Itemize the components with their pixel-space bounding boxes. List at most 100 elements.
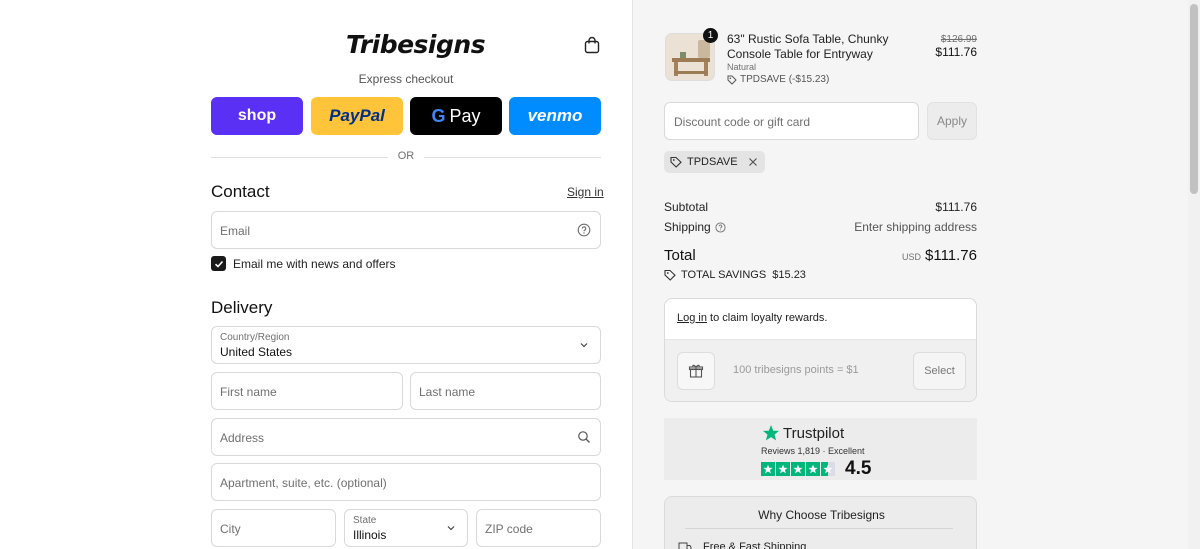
venmo-label: venmo [527, 106, 583, 125]
scrollbar-thumb[interactable] [1190, 4, 1198, 194]
apartment-field[interactable]: Apartment, suite, etc. (optional) [211, 463, 601, 501]
country-value: United States [220, 345, 293, 359]
paypal-button[interactable]: PayPal [311, 97, 403, 135]
google-pay-button[interactable]: G Pay [410, 97, 502, 135]
help-circle-icon[interactable] [715, 221, 726, 233]
total-savings: TOTAL SAVINGS $15.23 [664, 269, 806, 281]
country-label: Country/Region [220, 332, 290, 343]
last-name-placeholder: Last name [419, 385, 476, 399]
log-in-link[interactable]: Log in [677, 312, 707, 324]
address-placeholder: Address [220, 431, 265, 445]
apply-button[interactable]: Apply [927, 102, 977, 140]
why-item: Free & Fast Shipping [703, 541, 807, 549]
gift-icon [688, 364, 704, 378]
checkmark-icon [214, 260, 223, 268]
total-savings-label: TOTAL SAVINGS $15.23 [681, 269, 806, 281]
applied-code-label: TPDSAVE [687, 156, 738, 168]
product-variant: Natural [727, 62, 757, 72]
help-circle-icon[interactable] [577, 223, 591, 237]
tag-icon [664, 269, 676, 281]
shipping-value: Enter shipping address [854, 220, 977, 234]
star-icon [763, 425, 779, 441]
original-price: $126.99 [940, 34, 977, 45]
trustpilot-brand: Trustpilot [762, 424, 844, 442]
country-select[interactable]: Country/Region United States [211, 326, 601, 364]
trustpilot-reviews: Reviews 1,819 · Excellent [761, 446, 865, 456]
trustpilot-name: Trustpilot [783, 424, 845, 442]
city-placeholder: City [220, 522, 241, 536]
last-name-field[interactable]: Last name [410, 372, 601, 410]
email-field[interactable]: Email [211, 211, 601, 249]
product-name: 63" Rustic Sofa Table, Chunky Console Ta… [727, 32, 889, 61]
contact-heading: Contact [211, 182, 270, 201]
express-checkout-label: Express checkout [358, 72, 454, 86]
page-scrollbar[interactable] [1188, 0, 1200, 549]
discount-placeholder: Discount code or gift card [674, 115, 811, 129]
why-divider [685, 528, 953, 529]
tag-icon [670, 156, 682, 168]
state-select[interactable]: State Illinois [344, 509, 468, 547]
newsletter-checkbox[interactable] [211, 256, 226, 271]
checkout-form-panel: Tribesigns Express checkout shop PayPal … [0, 0, 632, 549]
chevron-down-icon [447, 526, 455, 531]
apartment-placeholder: Apartment, suite, etc. (optional) [220, 476, 387, 490]
applied-code-chip: TPDSAVE [664, 151, 765, 173]
shopping-bag-icon[interactable] [583, 36, 601, 54]
points-placeholder: 100 tribesigns points = $1 [733, 364, 859, 376]
venmo-button[interactable]: venmo [509, 97, 601, 135]
star-icon [806, 462, 820, 476]
why-choose-title: Why Choose Tribesigns [758, 508, 885, 522]
trustpilot-score: 4.5 [845, 458, 872, 479]
loyalty-rewards-card: Log in to claim loyalty rewards. 100 tri… [664, 298, 977, 402]
chevron-down-icon [580, 343, 588, 348]
half-star-icon [821, 462, 835, 476]
sign-in-link[interactable]: Sign in [567, 185, 604, 199]
email-placeholder: Email [220, 224, 251, 238]
total-value-row: USD $111.76 [902, 247, 977, 264]
product-discount-label: TPDSAVE (-$15.23) [740, 74, 830, 85]
currency-code: USD [901, 252, 921, 262]
delivery-heading: Delivery [211, 298, 273, 317]
subtotal-label: Subtotal [664, 200, 709, 214]
product-price: $111.76 [935, 45, 977, 59]
shipping-row: Shipping [664, 220, 726, 234]
subtotal-value: $111.76 [935, 200, 977, 214]
address-field[interactable]: Address [211, 418, 601, 456]
zip-placeholder: ZIP code [485, 522, 533, 536]
city-field[interactable]: City [211, 509, 336, 547]
trustpilot-widget[interactable]: Trustpilot Reviews 1,819 · Excellent 4.5 [664, 418, 977, 480]
search-icon [578, 431, 590, 443]
discount-code-input[interactable]: Discount code or gift card [664, 102, 919, 140]
state-label: State [353, 515, 377, 526]
star-icon [791, 462, 805, 476]
loyalty-text: to claim loyalty rewards. [706, 312, 828, 324]
tag-icon [727, 75, 737, 85]
shop-pay-label: shop [237, 107, 277, 124]
first-name-field[interactable]: First name [211, 372, 403, 410]
google-g-icon: G [431, 105, 446, 126]
truck-icon [678, 542, 692, 549]
gift-button[interactable] [677, 352, 715, 390]
shop-pay-button[interactable]: shop [211, 97, 303, 135]
trustpilot-stars [761, 462, 835, 476]
product-discount: TPDSAVE (-$15.23) [727, 74, 829, 85]
or-label: OR [388, 150, 424, 162]
shipping-label: Shipping [664, 220, 711, 234]
loyalty-message: Log in to claim loyalty rewards. [665, 299, 976, 340]
points-input[interactable]: 100 tribesigns points = $1 [724, 352, 904, 390]
google-pay-label: Pay [449, 105, 481, 126]
total-label: Total [664, 247, 696, 264]
star-icon [776, 462, 790, 476]
first-name-placeholder: First name [220, 385, 277, 399]
newsletter-label: Email me with news and offers [233, 257, 396, 271]
points-redeem-row: 100 tribesigns points = $1 Select [665, 340, 976, 401]
paypal-label: PayPal [329, 106, 385, 125]
close-icon[interactable] [747, 156, 759, 168]
total-value: $111.76 [925, 247, 977, 264]
store-logo[interactable]: Tribesigns [346, 30, 486, 59]
star-icon [761, 462, 775, 476]
quantity-badge: 1 [703, 28, 718, 43]
select-button[interactable]: Select [913, 352, 966, 390]
zip-field[interactable]: ZIP code [476, 509, 601, 547]
why-choose-card: Why Choose Tribesigns Free & Fast Shippi… [664, 496, 977, 549]
